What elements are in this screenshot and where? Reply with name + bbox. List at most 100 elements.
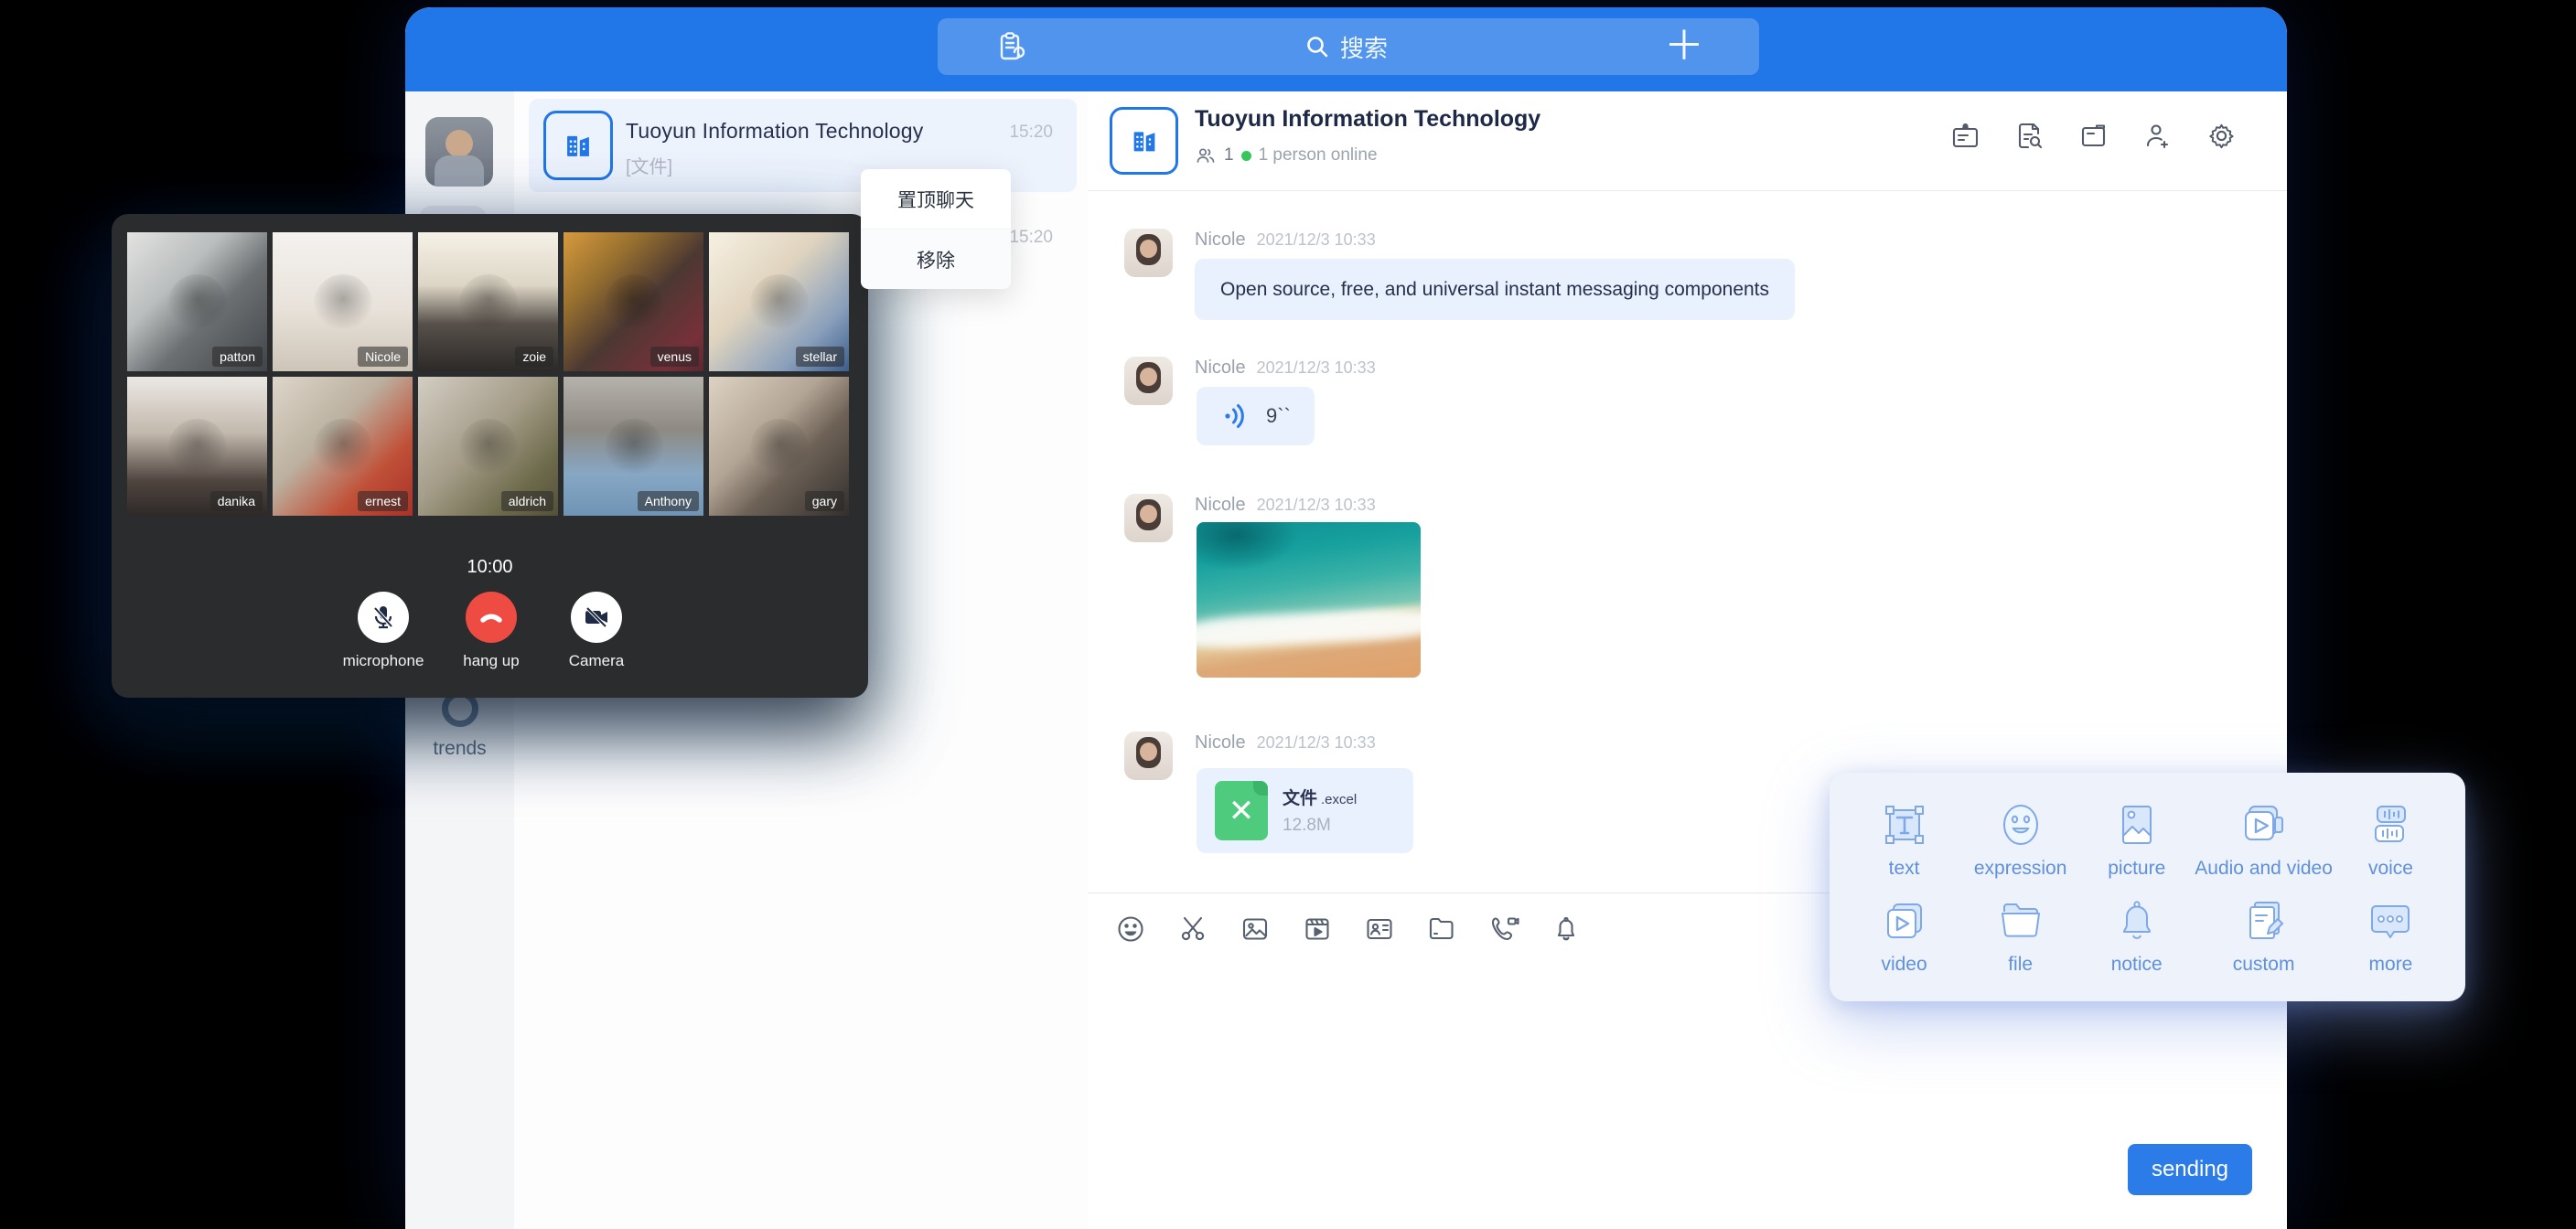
mic-muted-button[interactable] bbox=[358, 592, 409, 643]
video-call-icon[interactable] bbox=[1488, 914, 1519, 945]
mic-muted-icon bbox=[369, 603, 398, 632]
feature-file[interactable]: file bbox=[1962, 887, 2078, 983]
menu-item-remove[interactable]: 移除 bbox=[861, 229, 1011, 289]
pinboard-icon[interactable] bbox=[1950, 121, 1980, 151]
user-avatar[interactable] bbox=[425, 117, 493, 187]
participant-name: stellar bbox=[796, 347, 844, 367]
online-status: 1 person online bbox=[1259, 145, 1378, 166]
video-clip-icon[interactable] bbox=[1302, 914, 1333, 945]
voice-duration: 9`` bbox=[1266, 404, 1291, 428]
conversation-context-menu: 置顶聊天 移除 bbox=[861, 169, 1011, 288]
chat-history-search-icon[interactable] bbox=[2014, 121, 2045, 151]
menu-item-pin-chat[interactable]: 置顶聊天 bbox=[861, 169, 1011, 229]
avatar[interactable] bbox=[1124, 357, 1173, 405]
chat-panel: Tuoyun Information Technology 1 1 person… bbox=[1088, 91, 2287, 1229]
custom-edit-icon bbox=[2238, 895, 2290, 946]
avatar[interactable] bbox=[1124, 229, 1173, 277]
feature-picture[interactable]: Audio and video picture bbox=[2078, 791, 2195, 887]
feature-expression[interactable]: expression bbox=[1962, 791, 2078, 887]
text-frame-icon bbox=[1879, 799, 1930, 850]
feature-notice[interactable]: notice bbox=[2078, 887, 2195, 983]
participant-name: aldrich bbox=[501, 491, 553, 511]
trends-label: trends bbox=[405, 738, 514, 760]
voice-bubbles-icon bbox=[2365, 799, 2416, 850]
camera-muted-button[interactable] bbox=[571, 592, 622, 643]
notice-bell-icon[interactable] bbox=[1551, 914, 1582, 945]
participant-tile: ernest bbox=[273, 377, 413, 516]
feature-label: custom bbox=[2233, 954, 2295, 976]
conversation-time: 15:20 bbox=[1009, 228, 1053, 248]
feature-label: text bbox=[1889, 858, 1920, 880]
participant-tile: stellar bbox=[709, 232, 849, 371]
sidebar-item-trends[interactable]: trends bbox=[405, 690, 514, 760]
more-dots-icon bbox=[2365, 895, 2416, 946]
feature-label: expression bbox=[1974, 858, 2067, 880]
screenshot-scissors-icon[interactable] bbox=[1177, 914, 1208, 945]
search-label: 搜索 bbox=[1340, 30, 1388, 64]
avatar[interactable] bbox=[1124, 494, 1173, 542]
search-field[interactable]: 搜索 bbox=[1304, 30, 1388, 64]
picture-icon[interactable] bbox=[1240, 914, 1271, 945]
voice-wave-icon bbox=[1220, 401, 1251, 432]
voice-message-bubble[interactable]: 9`` bbox=[1197, 387, 1315, 445]
top-bar: 搜索 ＋ bbox=[405, 7, 2287, 91]
add-member-icon[interactable] bbox=[2142, 121, 2173, 151]
feature-label: notice bbox=[2111, 954, 2163, 976]
participant-name: patton bbox=[212, 347, 263, 367]
hangup-icon bbox=[476, 602, 507, 633]
message-time: 2021/12/3 10:33 bbox=[1257, 358, 1376, 377]
sender-name: Nicole2021/12/3 10:33 bbox=[1195, 358, 1376, 379]
search-bar[interactable]: 搜索 ＋ bbox=[938, 18, 1759, 75]
message-time: 2021/12/3 10:33 bbox=[1257, 733, 1376, 752]
emoji-icon[interactable] bbox=[1115, 914, 1146, 945]
participant-name: danika bbox=[210, 491, 263, 511]
participant-name: gary bbox=[805, 491, 844, 511]
file-message-card[interactable]: ✕ 文件.excel 12.8M bbox=[1197, 768, 1413, 853]
control-label: Camera bbox=[546, 652, 647, 670]
conversation-last-message: [文件] bbox=[626, 152, 672, 178]
file-name: 文件.excel bbox=[1283, 785, 1357, 809]
feature-custom[interactable]: custom bbox=[2195, 887, 2333, 983]
avatar[interactable] bbox=[1124, 732, 1173, 780]
settings-gear-icon[interactable] bbox=[2206, 121, 2237, 151]
feature-label: voice bbox=[2368, 858, 2413, 880]
message-bubble[interactable]: Open source, free, and universal instant… bbox=[1195, 259, 1795, 320]
video-play-icon bbox=[1879, 895, 1930, 946]
camera-muted-icon bbox=[582, 603, 611, 632]
image-message-beach[interactable] bbox=[1197, 522, 1421, 678]
participant-name: ernest bbox=[358, 491, 408, 511]
participant-tile: venus bbox=[564, 232, 703, 371]
online-dot bbox=[1241, 151, 1251, 161]
participant-tile: Nicole bbox=[273, 232, 413, 371]
chat-title: Tuoyun Information Technology bbox=[1195, 106, 1540, 133]
feature-video[interactable]: video bbox=[1846, 887, 1962, 983]
hangup-button[interactable] bbox=[466, 592, 517, 643]
feature-panel: text expression Audio and video pic bbox=[1830, 773, 2465, 1001]
folder-icon[interactable] bbox=[1426, 914, 1457, 945]
feature-more[interactable]: more bbox=[2333, 887, 2449, 983]
members-icon bbox=[1195, 144, 1217, 166]
feature-label: Audio and video bbox=[2195, 858, 2333, 880]
chat-header: Tuoyun Information Technology 1 1 person… bbox=[1088, 91, 2287, 191]
message-time: 2021/12/3 10:33 bbox=[1257, 496, 1376, 514]
call-record-icon[interactable] bbox=[993, 29, 1027, 64]
organization-building-icon bbox=[1110, 107, 1178, 175]
participant-tile: patton bbox=[127, 232, 267, 371]
participant-tile: gary bbox=[709, 377, 849, 516]
file-tab-icon[interactable] bbox=[2078, 121, 2109, 151]
microphone-control: microphone bbox=[333, 592, 434, 670]
control-label: hang up bbox=[441, 652, 542, 670]
feature-voice[interactable]: voice bbox=[2333, 791, 2449, 887]
feature-text[interactable]: text bbox=[1846, 791, 1962, 887]
send-button[interactable]: sending bbox=[2128, 1144, 2252, 1195]
participant-tile: zoie bbox=[418, 232, 558, 371]
participant-tile: danika bbox=[127, 377, 267, 516]
participant-name: zoie bbox=[515, 347, 553, 367]
feature-audio-video[interactable]: Audio and video bbox=[2195, 791, 2333, 887]
control-label: microphone bbox=[333, 652, 434, 670]
participant-name: venus bbox=[650, 347, 699, 367]
contact-card-icon[interactable] bbox=[1364, 914, 1395, 945]
sender-name: Nicole2021/12/3 10:33 bbox=[1195, 230, 1376, 251]
plus-icon[interactable]: ＋ bbox=[1664, 29, 1704, 64]
picture-icon bbox=[2111, 799, 2163, 850]
